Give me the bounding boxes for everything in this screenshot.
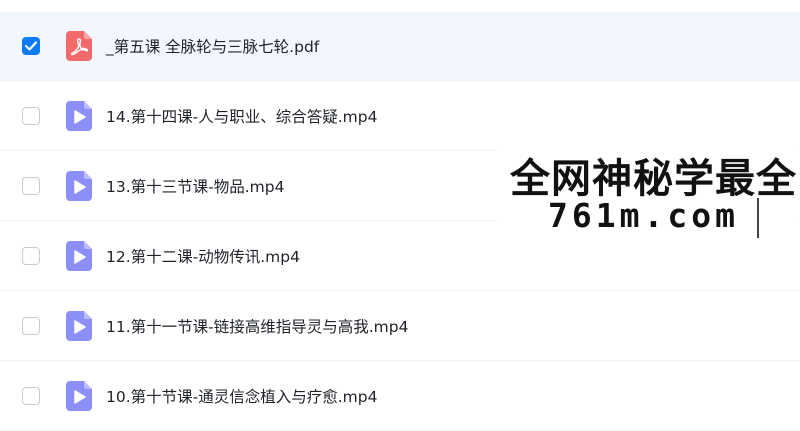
- file-name[interactable]: 13.第十三节课-物品.mp4: [106, 175, 284, 197]
- file-name[interactable]: 10.第十节课-通灵信念植入与疗愈.mp4: [106, 385, 377, 407]
- file-name[interactable]: 12.第十二课-动物传讯.mp4: [106, 245, 300, 267]
- video-file-icon: [66, 310, 92, 341]
- file-row[interactable]: _第五课 全脉轮与三脉七轮.pdf: [0, 12, 800, 81]
- video-file-icon: [66, 100, 92, 131]
- row-checkbox[interactable]: [22, 176, 40, 195]
- row-checkbox-checked[interactable]: [22, 37, 40, 55]
- watermark-url: 761m.com: [548, 196, 739, 235]
- row-checkbox[interactable]: [22, 316, 40, 335]
- video-file-icon: [66, 380, 92, 411]
- file-name[interactable]: 14.第十四课-人与职业、综合答疑.mp4: [106, 105, 377, 127]
- row-checkbox[interactable]: [22, 106, 40, 125]
- row-checkbox[interactable]: [22, 246, 40, 265]
- video-file-icon: [66, 170, 92, 201]
- row-checkbox[interactable]: [22, 386, 40, 405]
- watermark-divider: [757, 198, 759, 238]
- checkmark-icon: [25, 41, 37, 51]
- file-name[interactable]: 11.第十一节课-链接高维指导灵与高我.mp4: [106, 315, 408, 337]
- video-file-icon: [66, 240, 92, 271]
- file-name[interactable]: _第五课 全脉轮与三脉七轮.pdf: [106, 35, 319, 57]
- file-row[interactable]: 10.第十节课-通灵信念植入与疗愈.mp4: [0, 361, 800, 431]
- pdf-file-icon: [66, 31, 92, 61]
- file-row[interactable]: 11.第十一节课-链接高维指导灵与高我.mp4: [0, 291, 800, 361]
- watermark-overlay: 全网神秘学最全 761m.com: [498, 140, 798, 244]
